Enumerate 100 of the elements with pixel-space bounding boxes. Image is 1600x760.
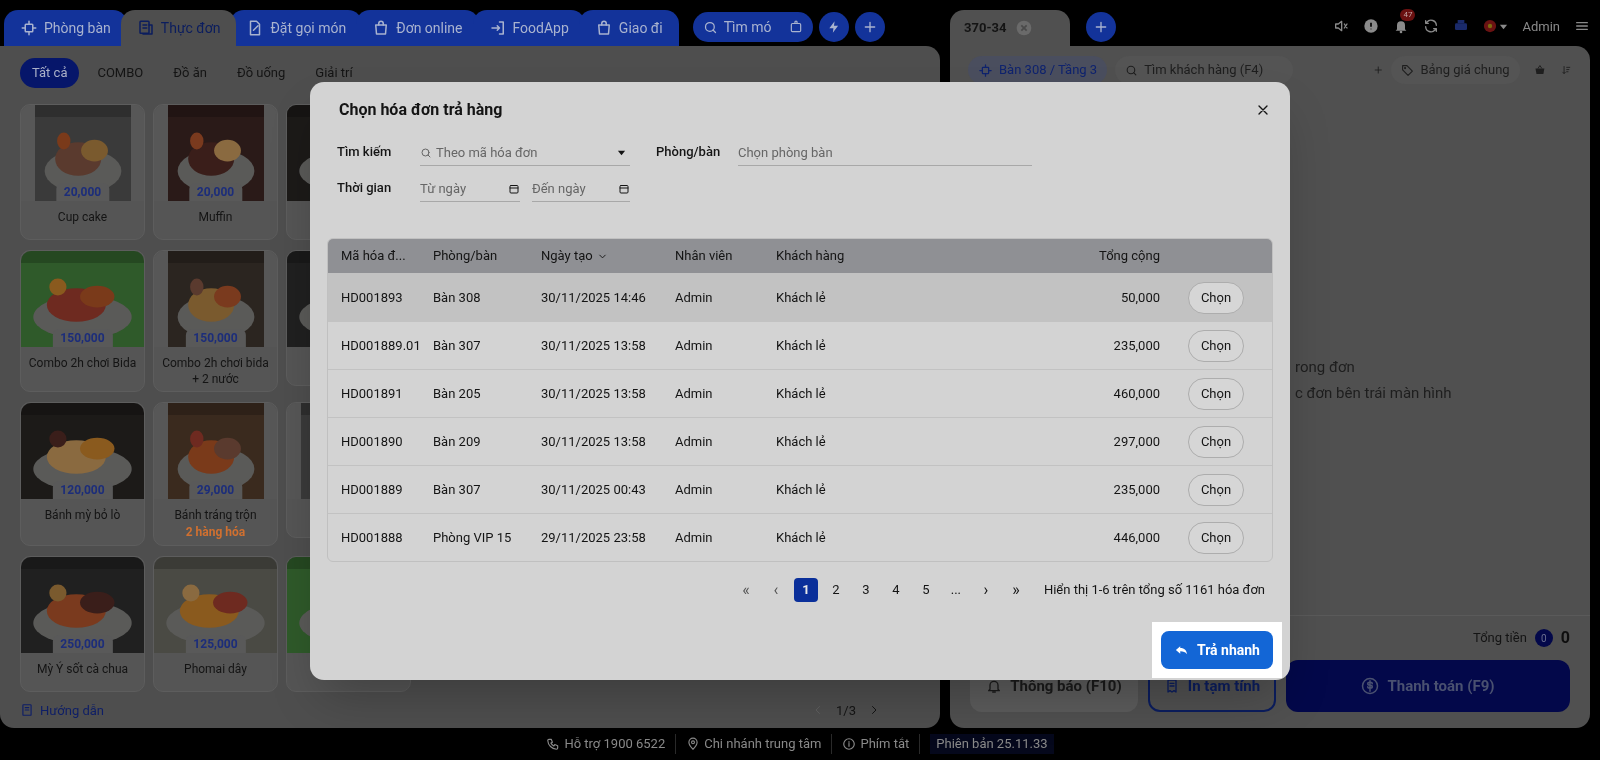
- table-cell-text: 235,000: [1112, 336, 1160, 355]
- table-cell-text: 50,000: [1119, 288, 1160, 307]
- table-cell-text: Admin: [675, 480, 714, 499]
- select-button[interactable]: Chọn: [1187, 329, 1245, 362]
- table-cell-text: Bàn 205: [433, 384, 482, 403]
- table-cell-text: Admin: [675, 384, 714, 403]
- add-order-button[interactable]: [1086, 12, 1116, 42]
- info-icon[interactable]: [1363, 18, 1380, 35]
- invoice-row[interactable]: HD001889 Bàn 307 30/11/2025 00:43 Admin Khách lẻ 235,000 Chọn: [328, 465, 1272, 513]
- search-icon: [420, 146, 432, 159]
- table-cell-text: 297,000: [1112, 432, 1160, 451]
- table-cell-text: Bàn 307: [433, 336, 482, 355]
- search-icon: [1125, 63, 1139, 77]
- lightning-button[interactable]: [818, 12, 849, 42]
- page-button[interactable]: 3: [853, 578, 878, 602]
- table-cell-text: 30/11/2025 13:58: [541, 336, 647, 355]
- select-button[interactable]: Chọn: [1187, 521, 1245, 554]
- table-cell-text: Admin: [675, 528, 714, 547]
- table-cell-text: Admin: [675, 288, 714, 307]
- info-icon: [842, 737, 857, 751]
- table-cell-text: Admin: [675, 432, 714, 451]
- dollar-icon: [1361, 677, 1380, 695]
- product-name: Combo 2h chơi bida + 2 nước: [161, 355, 270, 387]
- column-header: Nhân viên: [675, 247, 734, 266]
- page-indicator: 1/3: [836, 701, 856, 720]
- product-name: Bánh tráng trộn: [173, 507, 258, 523]
- page-button[interactable]: 2: [823, 578, 848, 602]
- invoice-row[interactable]: HD001891 Bàn 205 30/11/2025 13:58 Admin Khách lẻ 460,000 Chọn: [328, 369, 1272, 417]
- bell-icon: [986, 678, 1003, 694]
- product-name: Bánh mỳ bỏ lò: [43, 507, 122, 523]
- page-button[interactable]: 1: [793, 578, 818, 602]
- product-name: Cup cake: [56, 209, 109, 225]
- page-button[interactable]: ...: [943, 578, 968, 602]
- select-button[interactable]: Chọn: [1187, 425, 1245, 458]
- status-text[interactable]: Hỗ trợ 1900 6522: [564, 734, 666, 754]
- dialog-title: Chọn hóa đơn trả hàng: [339, 99, 503, 121]
- product-name: Muffin: [197, 209, 234, 225]
- caret-icon: [617, 148, 626, 157]
- table-cell-text: Bàn 307: [433, 480, 482, 499]
- invoice-row[interactable]: HD001889.01 Bàn 307 30/11/2025 13:58 Admin Khách lẻ 235,000 Chọn: [328, 321, 1272, 369]
- column-header: Phòng/bàn: [433, 247, 499, 266]
- to-date-field[interactable]: Đến ngày: [532, 176, 630, 202]
- select-button[interactable]: Chọn: [1187, 377, 1245, 410]
- table-cell-text: Khách lẻ: [776, 336, 827, 355]
- total-label: Tổng tiền: [1473, 629, 1527, 648]
- table-cell-text: Khách lẻ: [776, 528, 827, 547]
- calendar-icon: [508, 182, 520, 195]
- field-label: Tìm kiếm: [337, 143, 393, 161]
- table-cell-text: HD001893: [341, 288, 404, 307]
- from-date-field[interactable]: Từ ngày: [420, 176, 520, 202]
- invoice-row[interactable]: HD001890 Bàn 209 30/11/2025 13:58 Admin Khách lẻ 297,000 Chọn: [328, 417, 1272, 465]
- select-button[interactable]: Chọn: [1187, 473, 1245, 506]
- add-button[interactable]: [854, 12, 885, 42]
- search-placeholder: Tìm mó: [723, 17, 773, 37]
- column-header: Mã hóa đ...: [341, 247, 407, 266]
- language-selector[interactable]: [1483, 19, 1509, 34]
- table-cell-text: HD001889.01: [341, 336, 422, 355]
- table-cell-text: Admin: [675, 336, 714, 355]
- quick-return-button[interactable]: Trả nhanh: [1161, 631, 1273, 669]
- product-name: Mỳ Ý sốt cà chua: [35, 661, 130, 677]
- table-cell-text: 446,000: [1112, 528, 1160, 547]
- table-icon: [978, 62, 993, 78]
- column-header: Khách hàng: [776, 247, 846, 266]
- table-cell-text: 235,000: [1112, 480, 1160, 499]
- user-name[interactable]: Admin: [1522, 16, 1560, 36]
- table-cell-text: Khách lẻ: [776, 480, 827, 499]
- phone-icon: [546, 737, 561, 751]
- field-label: Thời gian: [337, 179, 393, 197]
- calendar-icon: [618, 182, 630, 195]
- search-field[interactable]: Tìm mó: [692, 12, 813, 42]
- table-cell-text: 30/11/2025 13:58: [541, 432, 647, 451]
- status-text[interactable]: Chi nhánh trung tâm: [704, 734, 822, 754]
- table-cell-text: Khách lẻ: [776, 384, 827, 403]
- table-cell-text: Khách lẻ: [776, 432, 827, 451]
- room-select-field[interactable]: Chọn phòng bàn: [738, 140, 1032, 166]
- refresh-icon[interactable]: [1423, 18, 1440, 35]
- select-button[interactable]: Chọn: [1187, 281, 1245, 314]
- book-icon: [20, 703, 34, 718]
- category-pill[interactable]: Tất cả: [20, 58, 80, 88]
- page-button[interactable]: 5: [913, 578, 938, 602]
- table-icon: [20, 19, 38, 37]
- table-cell-text: 30/11/2025 00:43: [541, 480, 647, 499]
- table-cell-text: 30/11/2025 13:58: [541, 384, 647, 403]
- login-icon: [488, 19, 507, 37]
- tag-icon: [1401, 63, 1415, 77]
- pagination-summary: Hiển thị 1-6 trên tổng số 1161 hóa đơn: [1043, 581, 1265, 600]
- status-text: Phiên bản 25.11.33: [930, 734, 1054, 754]
- notification-badge: 47: [1400, 9, 1416, 22]
- location-pin-icon: [686, 737, 701, 751]
- scale-icon: [788, 20, 803, 34]
- table-cell-text: HD001890: [341, 432, 404, 451]
- invoice-search-field[interactable]: Theo mã hóa đơn: [420, 140, 630, 166]
- invoice-row[interactable]: HD001888 Phòng VIP 15 29/11/2025 23:58 Admin Khách lẻ 446,000 Chọn: [328, 513, 1272, 561]
- menu-book-icon: [136, 19, 155, 37]
- page-button[interactable]: 4: [883, 578, 908, 602]
- invoice-row[interactable]: HD001893 Bàn 308 30/11/2025 14:46 Admin Khách lẻ 50,000 Chọn: [328, 273, 1272, 321]
- column-header[interactable]: Ngày tạo: [541, 246, 675, 266]
- item-count-badge: 0: [1534, 629, 1553, 647]
- status-text[interactable]: Phím tắt: [860, 734, 910, 754]
- table-cell-text: Khách lẻ: [776, 288, 827, 307]
